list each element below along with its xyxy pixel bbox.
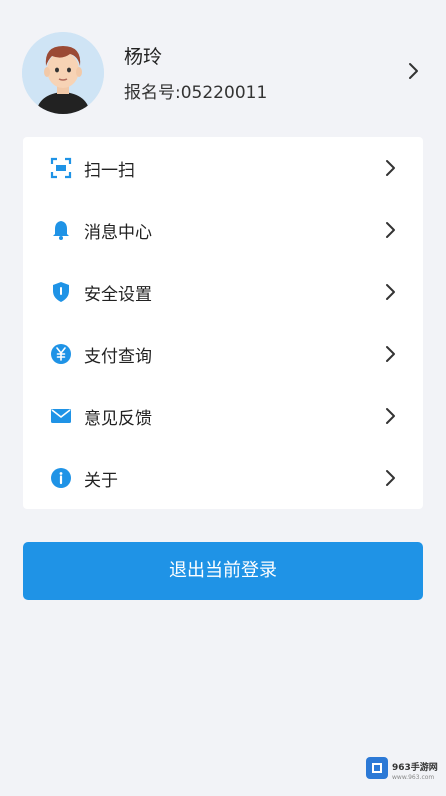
registration-number: 报名号:05220011 — [124, 78, 267, 103]
menu-item-label: 扫一扫 — [84, 161, 135, 181]
menu-item-label: 关于 — [84, 471, 118, 491]
watermark-text: 963手游网 — [392, 763, 438, 773]
menu-item-payment-query[interactable]: 支付查询 — [23, 323, 423, 385]
menu-item-messages[interactable]: 消息中心 — [23, 199, 423, 261]
chevron-right-icon — [386, 346, 395, 362]
registration-label: 报名号: — [124, 83, 181, 103]
chevron-right-icon — [386, 160, 395, 176]
logout-button[interactable]: 退出当前登录 — [23, 542, 423, 600]
chevron-right-icon — [386, 222, 395, 238]
menu-list: 扫一扫 消息中心 安全设置 支付查询 意见反馈 关于 — [23, 137, 423, 509]
bell-icon — [53, 221, 69, 240]
watermark-icon — [366, 757, 388, 779]
menu-item-label: 意见反馈 — [84, 409, 152, 429]
profile-header[interactable]: 杨玲 报名号:05220011 — [0, 0, 446, 142]
scan-icon — [50, 157, 72, 179]
watermark-logo: 963手游网 www.963.com — [366, 754, 438, 782]
yuan-coin-icon — [51, 344, 71, 364]
profile-name: 杨玲 — [124, 46, 163, 68]
menu-item-security[interactable]: 安全设置 — [23, 261, 423, 323]
menu-item-label: 支付查询 — [84, 347, 152, 367]
registration-value: 05220011 — [180, 83, 268, 103]
watermark-url: www.963.com — [392, 774, 435, 781]
menu-item-feedback[interactable]: 意见反馈 — [23, 385, 423, 447]
menu-item-scan[interactable]: 扫一扫 — [23, 137, 423, 199]
avatar-icon — [22, 32, 104, 114]
mail-icon — [51, 409, 71, 423]
info-icon — [51, 468, 71, 488]
menu-item-about[interactable]: 关于 — [23, 447, 423, 509]
avatar — [22, 32, 104, 114]
menu-item-label: 安全设置 — [84, 285, 152, 305]
shield-icon — [53, 282, 69, 302]
menu-item-label: 消息中心 — [84, 223, 152, 243]
chevron-right-icon — [386, 284, 395, 300]
chevron-right-icon — [386, 470, 395, 486]
chevron-right-icon[interactable] — [402, 59, 426, 83]
chevron-right-icon — [386, 408, 395, 424]
